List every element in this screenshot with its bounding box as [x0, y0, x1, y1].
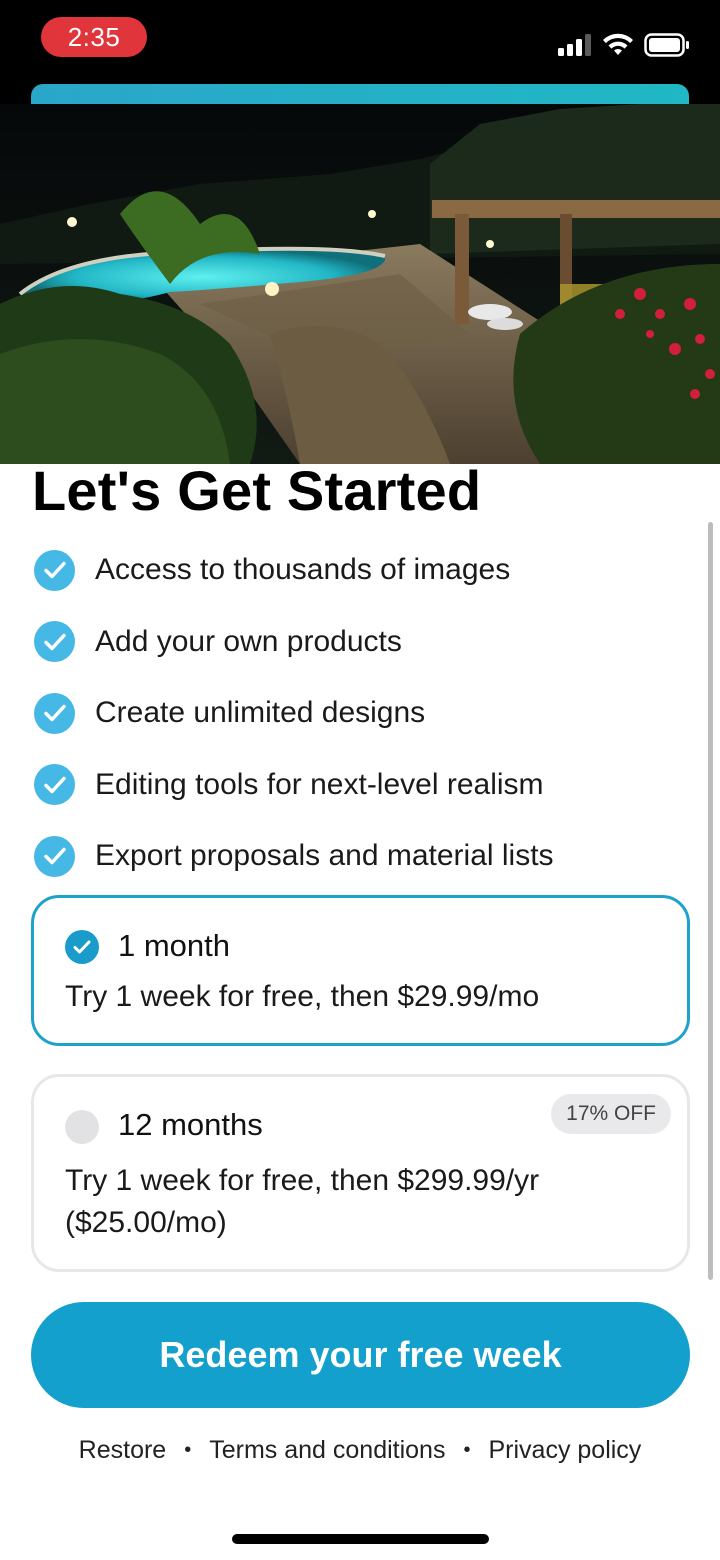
check-icon [34, 835, 75, 877]
feature-item: Add your own products [34, 620, 554, 664]
plan-description-line: Try 1 week for free, then $299.99/yr [65, 1164, 540, 1197]
home-indicator[interactable] [232, 1534, 489, 1544]
privacy-link[interactable]: Privacy policy [488, 1436, 641, 1465]
wifi-icon [603, 33, 633, 55]
check-icon [34, 549, 75, 591]
status-time: 2:35 [41, 17, 147, 57]
check-icon [34, 621, 75, 662]
hero-image [0, 104, 720, 464]
terms-link[interactable]: Terms and conditions [209, 1436, 445, 1465]
status-icons [558, 30, 690, 60]
scrollbar[interactable] [708, 522, 713, 1280]
feature-item: Export proposals and material lists [34, 834, 554, 878]
plan-title: 1 month [118, 928, 231, 963]
hero-photo [0, 104, 720, 464]
radio-checked-icon[interactable] [65, 930, 99, 964]
signal-icon [558, 34, 591, 56]
feature-item: Editing tools for next-level realism [34, 763, 554, 807]
feature-item: Access to thousands of images [34, 548, 554, 592]
plan-monthly-option[interactable]: 1 month Try 1 week for free, then $29.99… [31, 895, 690, 1046]
plan-title: 12 months [118, 1107, 263, 1142]
status-bar: 2:35 [0, 0, 720, 114]
feature-label: Access to thousands of images [95, 553, 511, 586]
check-icon [34, 764, 75, 805]
feature-label: Create unlimited designs [95, 696, 426, 729]
feature-item: Create unlimited designs [34, 691, 554, 735]
plan-description: Try 1 week for free, then $29.99/mo [65, 980, 540, 1013]
page-title: Let's Get Started [32, 459, 482, 522]
restore-link[interactable]: Restore [79, 1436, 167, 1465]
footer-links: Restore • Terms and conditions • Privacy… [0, 1436, 720, 1465]
discount-badge: 17% OFF [551, 1094, 671, 1134]
feature-label: Editing tools for next-level realism [95, 767, 544, 801]
battery-icon [644, 33, 689, 57]
plan-description-line: ($25.00/mo) [65, 1206, 227, 1239]
plan-yearly-option[interactable]: 12 months 17% OFF Try 1 week for free, t… [31, 1074, 690, 1272]
feature-label: Export proposals and material lists [95, 839, 554, 872]
separator-dot: • [184, 1439, 192, 1461]
radio-unchecked-icon[interactable] [65, 1110, 99, 1144]
separator-dot: • [463, 1439, 471, 1461]
check-icon [34, 692, 75, 734]
redeem-button[interactable]: Redeem your free week [31, 1302, 690, 1408]
plan-description: Try 1 week for free, then $299.99/yr ($2… [65, 1160, 539, 1244]
feature-label: Add your own products [95, 624, 402, 658]
feature-list: Access to thousands of images Add your o… [34, 548, 554, 906]
